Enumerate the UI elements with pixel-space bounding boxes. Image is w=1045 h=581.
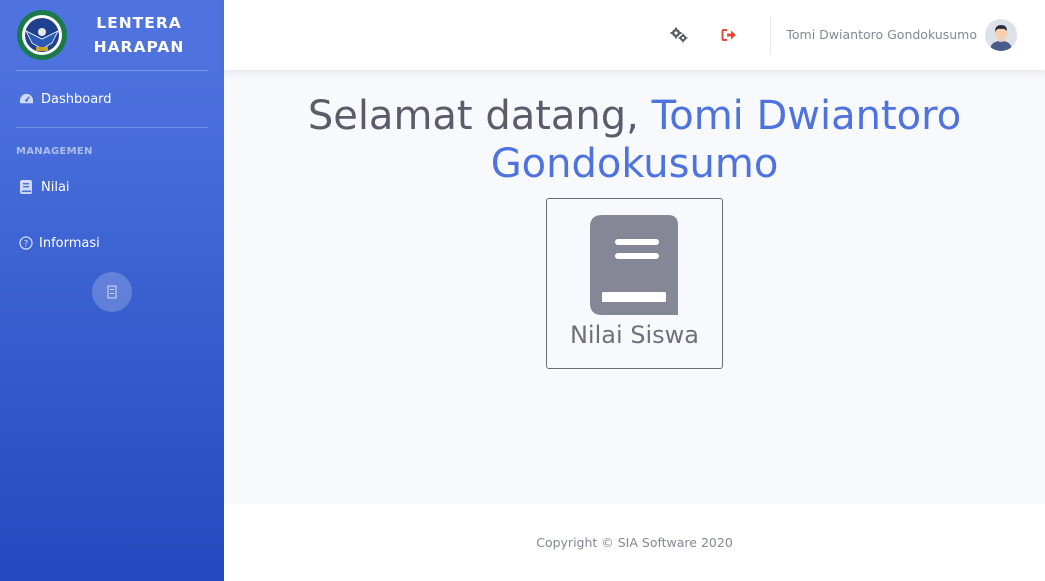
topbar-divider [770,16,771,54]
sidebar-brand[interactable]: LENTERA HARAPAN [0,0,224,70]
sidebar-toggle-icon [107,285,117,299]
question-circle-icon: ? [18,235,34,251]
eagle-emblem-icon [17,10,67,60]
tachometer-icon [18,91,34,107]
brand-name: LENTERA HARAPAN [84,11,194,59]
book-icon [590,215,678,315]
sidebar: LENTERA HARAPAN Dashboard MANAGEMEN Nila… [0,0,224,581]
sidebar-item-label: Dashboard [41,91,112,107]
footer: Copyright © SIA Software 2020 [224,504,1045,581]
sidebar-heading: MANAGEMEN [16,146,93,157]
book-icon [18,179,34,195]
avatar[interactable] [985,19,1017,51]
sidebar-item-nilai[interactable]: Nilai [0,170,224,204]
sidebar-item-informasi[interactable]: ? Informasi [0,226,224,260]
topbar: Tomi Dwiantoro Gondokusumo [224,0,1045,70]
nilai-siswa-card[interactable]: Nilai Siswa [546,198,723,369]
brand-line-1: LENTERA [96,14,182,32]
sign-out-icon[interactable] [721,27,737,43]
brand-line-2: HARAPAN [93,38,185,56]
greeting-text: Selamat datang, [307,93,639,139]
user-name[interactable]: Tomi Dwiantoro Gondokusumo [786,27,977,42]
page-title: Selamat datang, Tomi Dwiantoro Gondokusu… [224,92,1045,188]
copyright-text: Copyright © SIA Software 2020 [536,535,733,550]
gears-icon[interactable] [670,27,688,43]
sidebar-item-label: Nilai [41,179,70,195]
svg-text:?: ? [24,239,29,249]
main-content: Selamat datang, Tomi Dwiantoro Gondokusu… [224,70,1045,504]
sidebar-item-label: Informasi [39,235,100,251]
sidebar-item-dashboard[interactable]: Dashboard [0,71,224,127]
card-label: Nilai Siswa [569,321,700,349]
sidebar-toggle-button[interactable] [92,272,132,312]
